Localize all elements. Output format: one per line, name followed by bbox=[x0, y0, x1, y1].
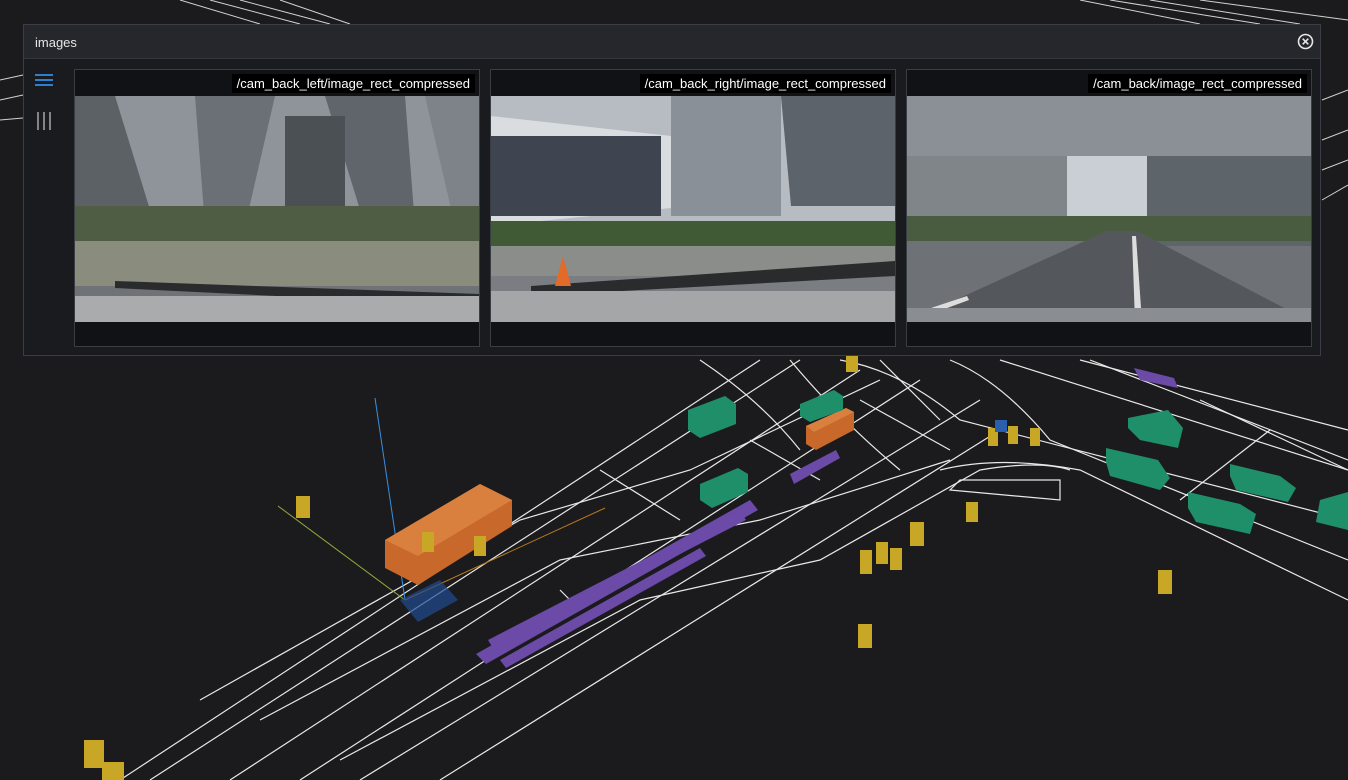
camera-tile-back[interactable]: /cam_back/image_rect_compressed bbox=[906, 69, 1312, 347]
close-circle-icon[interactable] bbox=[1297, 33, 1314, 50]
images-panel: images /cam_back_left/image_rect_compres… bbox=[23, 24, 1321, 356]
camera-image-back-right bbox=[491, 96, 895, 322]
camera-topic-label: /cam_back/image_rect_compressed bbox=[1088, 74, 1307, 93]
camera-tile-back-left[interactable]: /cam_back_left/image_rect_compressed bbox=[74, 69, 480, 347]
camera-topic-label: /cam_back_right/image_rect_compressed bbox=[639, 74, 891, 93]
panel-title: images bbox=[35, 35, 77, 50]
camera-topic-label: /cam_back_left/image_rect_compressed bbox=[231, 74, 475, 93]
car-objects[interactable] bbox=[688, 390, 1348, 534]
columns-layout-icon[interactable] bbox=[33, 109, 57, 133]
hamburger-menu-icon[interactable] bbox=[33, 69, 57, 93]
camera-image-back bbox=[907, 96, 1311, 322]
bicycle-object[interactable] bbox=[995, 420, 1007, 432]
camera-tile-back-right[interactable]: /cam_back_right/image_rect_compressed bbox=[490, 69, 896, 347]
panel-header: images bbox=[24, 25, 1320, 59]
camera-image-back-left bbox=[75, 96, 479, 322]
truck-object[interactable] bbox=[385, 484, 512, 585]
